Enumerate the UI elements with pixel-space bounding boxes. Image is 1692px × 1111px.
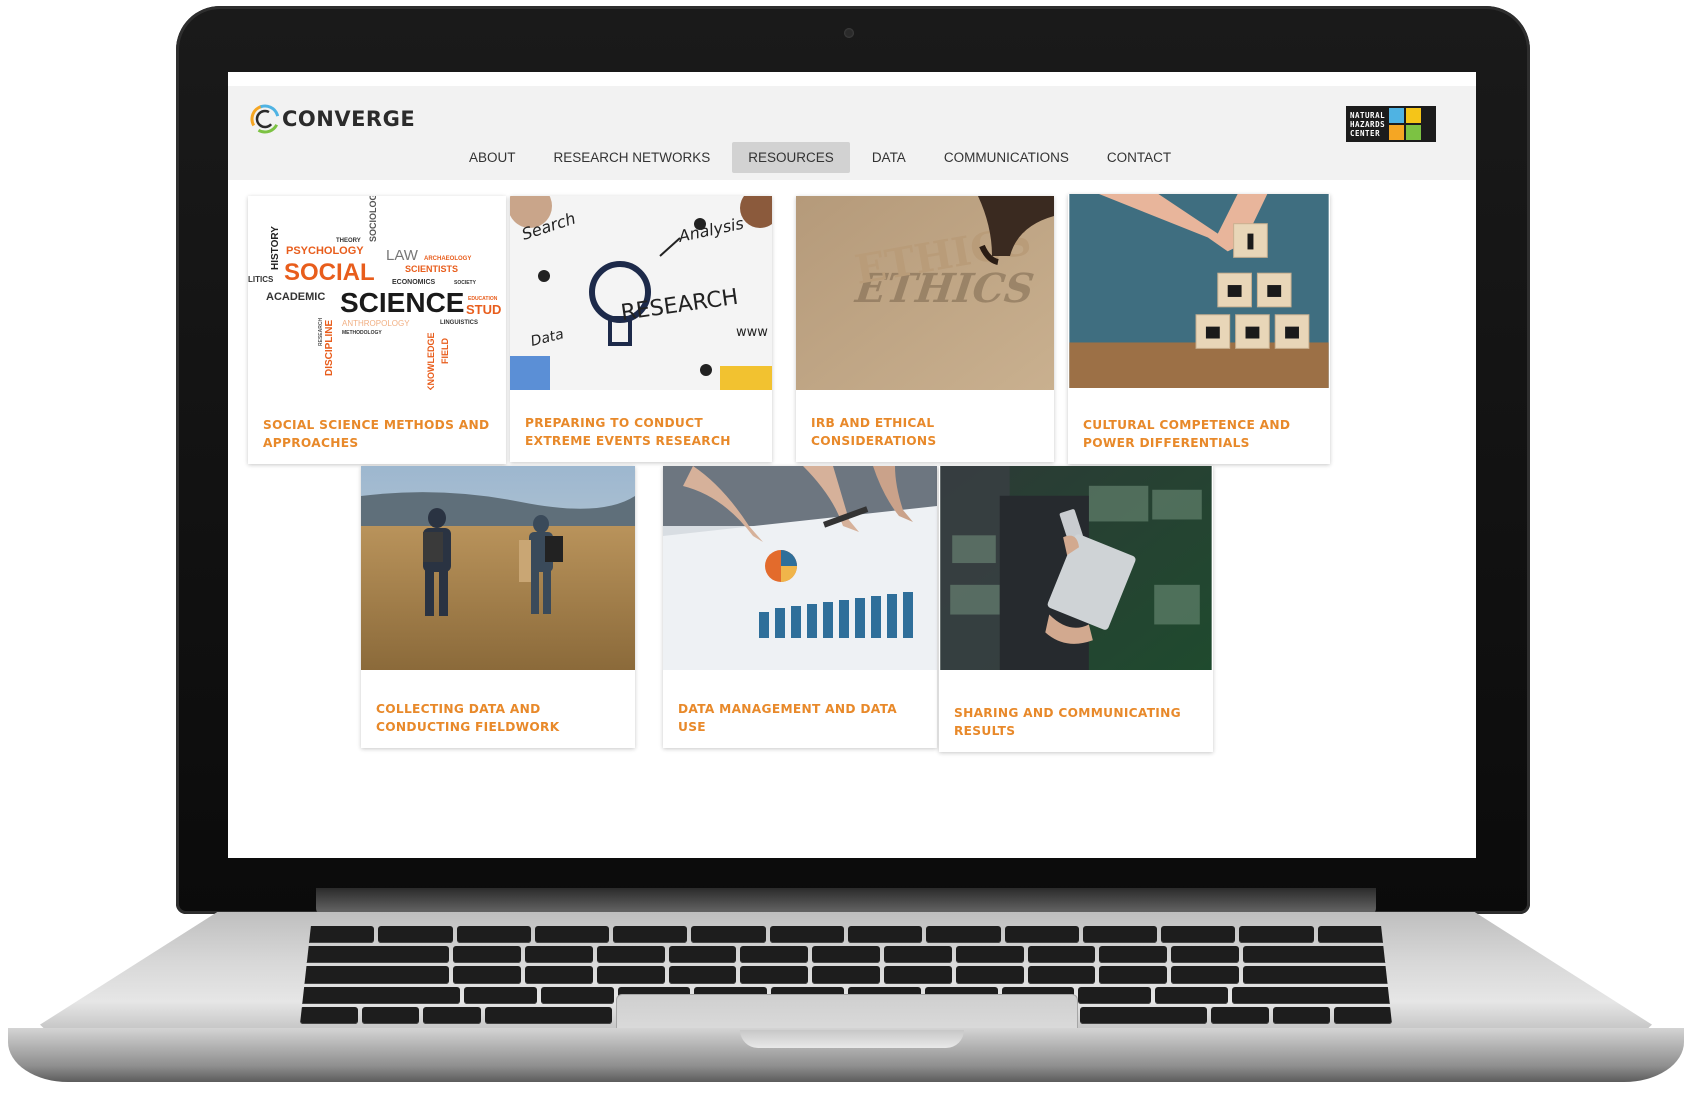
resource-card-cultural-competence[interactable]: CULTURAL COMPETENCE AND POWER DIFFERENTI… <box>1068 194 1330 464</box>
svg-text:PSYCHOLOGY: PSYCHOLOGY <box>286 245 364 257</box>
nhc-logo-icon <box>1389 108 1422 140</box>
tablet-phone-collage-image <box>939 466 1213 670</box>
social-science-word-cloud-image: HISTORY PSYCHOLOGY THEORY SOCIOLOGY LAW … <box>248 196 506 390</box>
nhc-logo-text: NATURAL HAZARDS CENTER <box>1350 110 1386 138</box>
resource-card-social-science[interactable]: HISTORY PSYCHOLOGY THEORY SOCIOLOGY LAW … <box>248 196 506 464</box>
svg-text:KNOWLEDGE: KNOWLEDGE <box>426 333 436 391</box>
svg-text:RESEARCH: RESEARCH <box>318 318 324 346</box>
card-title[interactable]: SOCIAL SCIENCE METHODS AND APPROACHES <box>263 416 494 452</box>
svg-text:ANTHROPOLOGY: ANTHROPOLOGY <box>342 319 410 328</box>
laptop-screen: CONVERGE NATURAL HAZARDS CENTER ABOUT RE… <box>228 72 1476 858</box>
card-title[interactable]: PREPARING TO CONDUCT EXTREME EVENTS RESE… <box>525 414 760 450</box>
research-whiteboard-image: Search Analysis RESEARCH Data www <box>510 196 772 390</box>
svg-text:SOCIAL: SOCIAL <box>284 259 375 286</box>
svg-text:STUD: STUD <box>466 302 501 317</box>
svg-text:LAW: LAW <box>386 247 419 264</box>
svg-text:SOCIETY: SOCIETY <box>454 280 477 286</box>
nav-research-networks[interactable]: RESEARCH NETWORKS <box>538 142 727 173</box>
card-title[interactable]: COLLECTING DATA AND CONDUCTING FIELDWORK <box>376 700 623 736</box>
svg-text:SOCIOLOGY: SOCIOLOGY <box>368 196 378 242</box>
svg-text:ECONOMICS: ECONOMICS <box>392 279 436 286</box>
laptop-hinge <box>316 888 1376 916</box>
resource-card-fieldwork[interactable]: COLLECTING DATA AND CONDUCTING FIELDWORK <box>361 466 635 748</box>
nav-about[interactable]: ABOUT <box>453 142 532 173</box>
svg-text:SCIENTISTS: SCIENTISTS <box>405 264 458 274</box>
webcam <box>844 28 854 38</box>
resource-card-irb-ethics[interactable]: ETHICS ETHICS IRB AND ETHICAL CONSIDERAT… <box>796 196 1054 462</box>
resource-card-sharing-results[interactable]: SHARING AND COMMUNICATING RESULTS <box>939 466 1213 752</box>
svg-text:ARCHAEOLOGY: ARCHAEOLOGY <box>424 256 471 262</box>
svg-text:DISCIPLINE: DISCIPLINE <box>324 320 335 376</box>
card-title[interactable]: IRB AND ETHICAL CONSIDERATIONS <box>811 414 1042 450</box>
svg-text:www: www <box>736 325 768 340</box>
card-title[interactable]: SHARING AND COMMUNICATING RESULTS <box>954 704 1201 740</box>
svg-text:THEORY: THEORY <box>336 238 361 244</box>
card-title[interactable]: CULTURAL COMPETENCE AND POWER DIFFERENTI… <box>1083 416 1318 452</box>
nav-resources[interactable]: RESOURCES <box>732 142 850 173</box>
resource-card-preparing-research[interactable]: Search Analysis RESEARCH Data www PREPAR… <box>510 196 772 462</box>
nav-contact[interactable]: CONTACT <box>1091 142 1187 173</box>
nav-communications[interactable]: COMMUNICATIONS <box>928 142 1085 173</box>
site-header: CONVERGE NATURAL HAZARDS CENTER ABOUT RE… <box>228 86 1476 180</box>
svg-text:FIELD: FIELD <box>440 338 450 364</box>
nav-data[interactable]: DATA <box>856 142 922 173</box>
natural-hazards-center-logo[interactable]: NATURAL HAZARDS CENTER <box>1346 106 1436 142</box>
svg-text:METHODOLOGY: METHODOLOGY <box>342 330 382 336</box>
laptop-notch <box>740 1030 964 1048</box>
logo-text: CONVERGE <box>282 107 416 131</box>
svg-text:HISTORY: HISTORY <box>270 226 281 270</box>
hikers-field-image <box>361 466 635 670</box>
card-title[interactable]: DATA MANAGEMENT AND DATA USE <box>678 700 925 736</box>
charts-on-table-image <box>663 466 937 670</box>
svg-text:LITICS: LITICS <box>248 275 274 284</box>
converge-logo[interactable]: CONVERGE <box>250 104 415 134</box>
resource-card-data-management[interactable]: DATA MANAGEMENT AND DATA USE <box>663 466 937 748</box>
ethics-letters-image: ETHICS ETHICS <box>796 196 1054 390</box>
svg-text:LINGUISTICS: LINGUISTICS <box>440 320 478 326</box>
svg-text:SCIENCE: SCIENCE <box>340 287 464 318</box>
people-blocks-image <box>1068 194 1330 388</box>
converge-logo-icon <box>250 104 280 134</box>
svg-text:ACADEMIC: ACADEMIC <box>266 291 325 303</box>
main-nav: ABOUT RESEARCH NETWORKS RESOURCES DATA C… <box>450 142 1190 173</box>
